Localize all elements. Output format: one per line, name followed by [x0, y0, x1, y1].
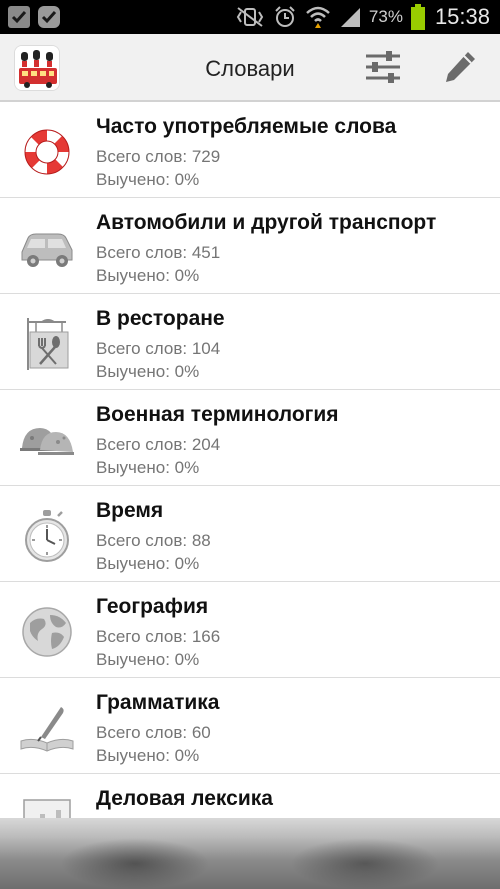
dictionary-title: География: [96, 595, 209, 618]
list-item[interactable]: Автомобили и другой транспорт Всего слов…: [0, 198, 500, 294]
edit-button[interactable]: [440, 50, 480, 88]
word-count: Всего слов: 204: [96, 435, 221, 454]
list-item[interactable]: В ресторане Всего слов: 104 Выучено: 0%: [0, 294, 500, 390]
page-title: Словари: [205, 56, 295, 81]
word-count: Всего слов: 166: [96, 627, 221, 646]
dictionary-title: Время: [96, 499, 164, 522]
dictionary-title: Военная терминология: [96, 403, 339, 426]
word-count: Всего слов: 88: [96, 531, 211, 550]
word-count: Всего слов: 104: [96, 339, 221, 358]
list-item[interactable]: Время Всего слов: 88 Выучено: 0%: [0, 486, 500, 582]
banner-shadow: [60, 838, 210, 889]
car-icon: [18, 220, 76, 276]
learned-percent: Выучено: 0%: [96, 362, 200, 381]
word-count: Всего слов: 60: [96, 723, 211, 742]
settings-button[interactable]: [363, 50, 403, 88]
battery-percent: 73%: [368, 7, 403, 26]
banner-shadow: [290, 838, 440, 889]
wifi-icon: [305, 5, 331, 29]
learned-percent: Выучено: 0%: [96, 746, 200, 765]
list-item[interactable]: География Всего слов: 166 Выучено: 0%: [0, 582, 500, 678]
signal-icon: [339, 6, 361, 28]
learned-percent: Выучено: 0%: [96, 458, 200, 477]
globe-icon: [18, 604, 76, 660]
word-count: Всего слов: 729: [96, 147, 221, 166]
dictionary-title: Грамматика: [96, 691, 220, 714]
battery-icon: [410, 4, 425, 30]
clipboard-check-icon: [8, 6, 30, 28]
learned-percent: Выучено: 0%: [96, 650, 200, 669]
learned-percent: Выучено: 0%: [96, 266, 200, 285]
restaurant-sign-icon: [18, 316, 76, 372]
settings-sliders-icon: [364, 50, 402, 89]
dictionary-title: Автомобили и другой транспорт: [96, 211, 437, 234]
status-time: 15:38: [434, 4, 490, 29]
learned-percent: Выучено: 0%: [96, 554, 200, 573]
lifebuoy-icon: [18, 124, 76, 180]
dictionary-list: Часто употребляемые слова Всего слов: 72…: [0, 102, 500, 870]
dictionary-title: Часто употребляемые слова: [96, 115, 397, 138]
pencil-icon: [442, 49, 478, 90]
list-item[interactable]: Грамматика Всего слов: 60 Выучено: 0%: [0, 678, 500, 774]
action-bar: Словари: [0, 34, 500, 102]
vibrate-mute-icon: [235, 6, 265, 28]
bottom-banner[interactable]: [0, 818, 500, 889]
military-helmets-icon: [18, 412, 76, 468]
dictionary-title: Деловая лексика: [96, 787, 273, 810]
quill-book-icon: [18, 700, 76, 756]
dictionary-title: В ресторане: [96, 307, 225, 330]
status-bar: 73% 15:38: [0, 0, 500, 34]
learned-percent: Выучено: 0%: [96, 170, 200, 189]
list-item[interactable]: Военная терминология Всего слов: 204 Выу…: [0, 390, 500, 486]
app-logo[interactable]: [14, 45, 60, 91]
list-item[interactable]: Часто употребляемые слова Всего слов: 72…: [0, 102, 500, 198]
alarm-clock-icon: [273, 5, 297, 29]
check-circle-icon: [38, 6, 60, 28]
word-count: Всего слов: 451: [96, 243, 221, 262]
stopwatch-icon: [18, 508, 76, 564]
